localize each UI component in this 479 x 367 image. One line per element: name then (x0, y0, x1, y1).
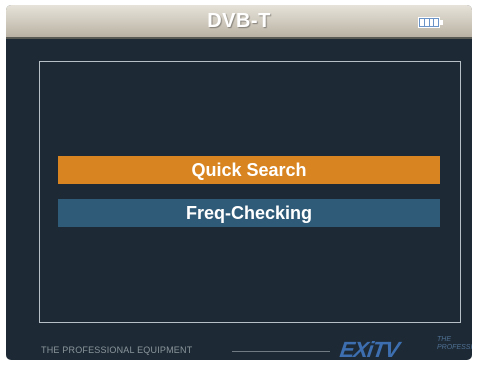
brand-logo-small: THE PROFESSIONAL (437, 336, 472, 351)
menu-item-freq-checking[interactable]: Freq-Checking (58, 199, 440, 227)
battery-icon (418, 17, 440, 28)
footer-tagline: THE PROFESSIONAL EQUIPMENT (41, 345, 193, 355)
device-screen: DVB-T Quick Search Freq-Checking THE PRO… (6, 5, 472, 360)
menu-panel (39, 61, 461, 323)
screen-title: DVB-T (207, 10, 271, 32)
battery-tip (440, 20, 443, 25)
menu-item-quick-search[interactable]: Quick Search (58, 156, 440, 184)
title-bar: DVB-T (6, 5, 472, 39)
brand-logo: EXiTV (338, 337, 401, 360)
footer-divider (232, 351, 330, 352)
